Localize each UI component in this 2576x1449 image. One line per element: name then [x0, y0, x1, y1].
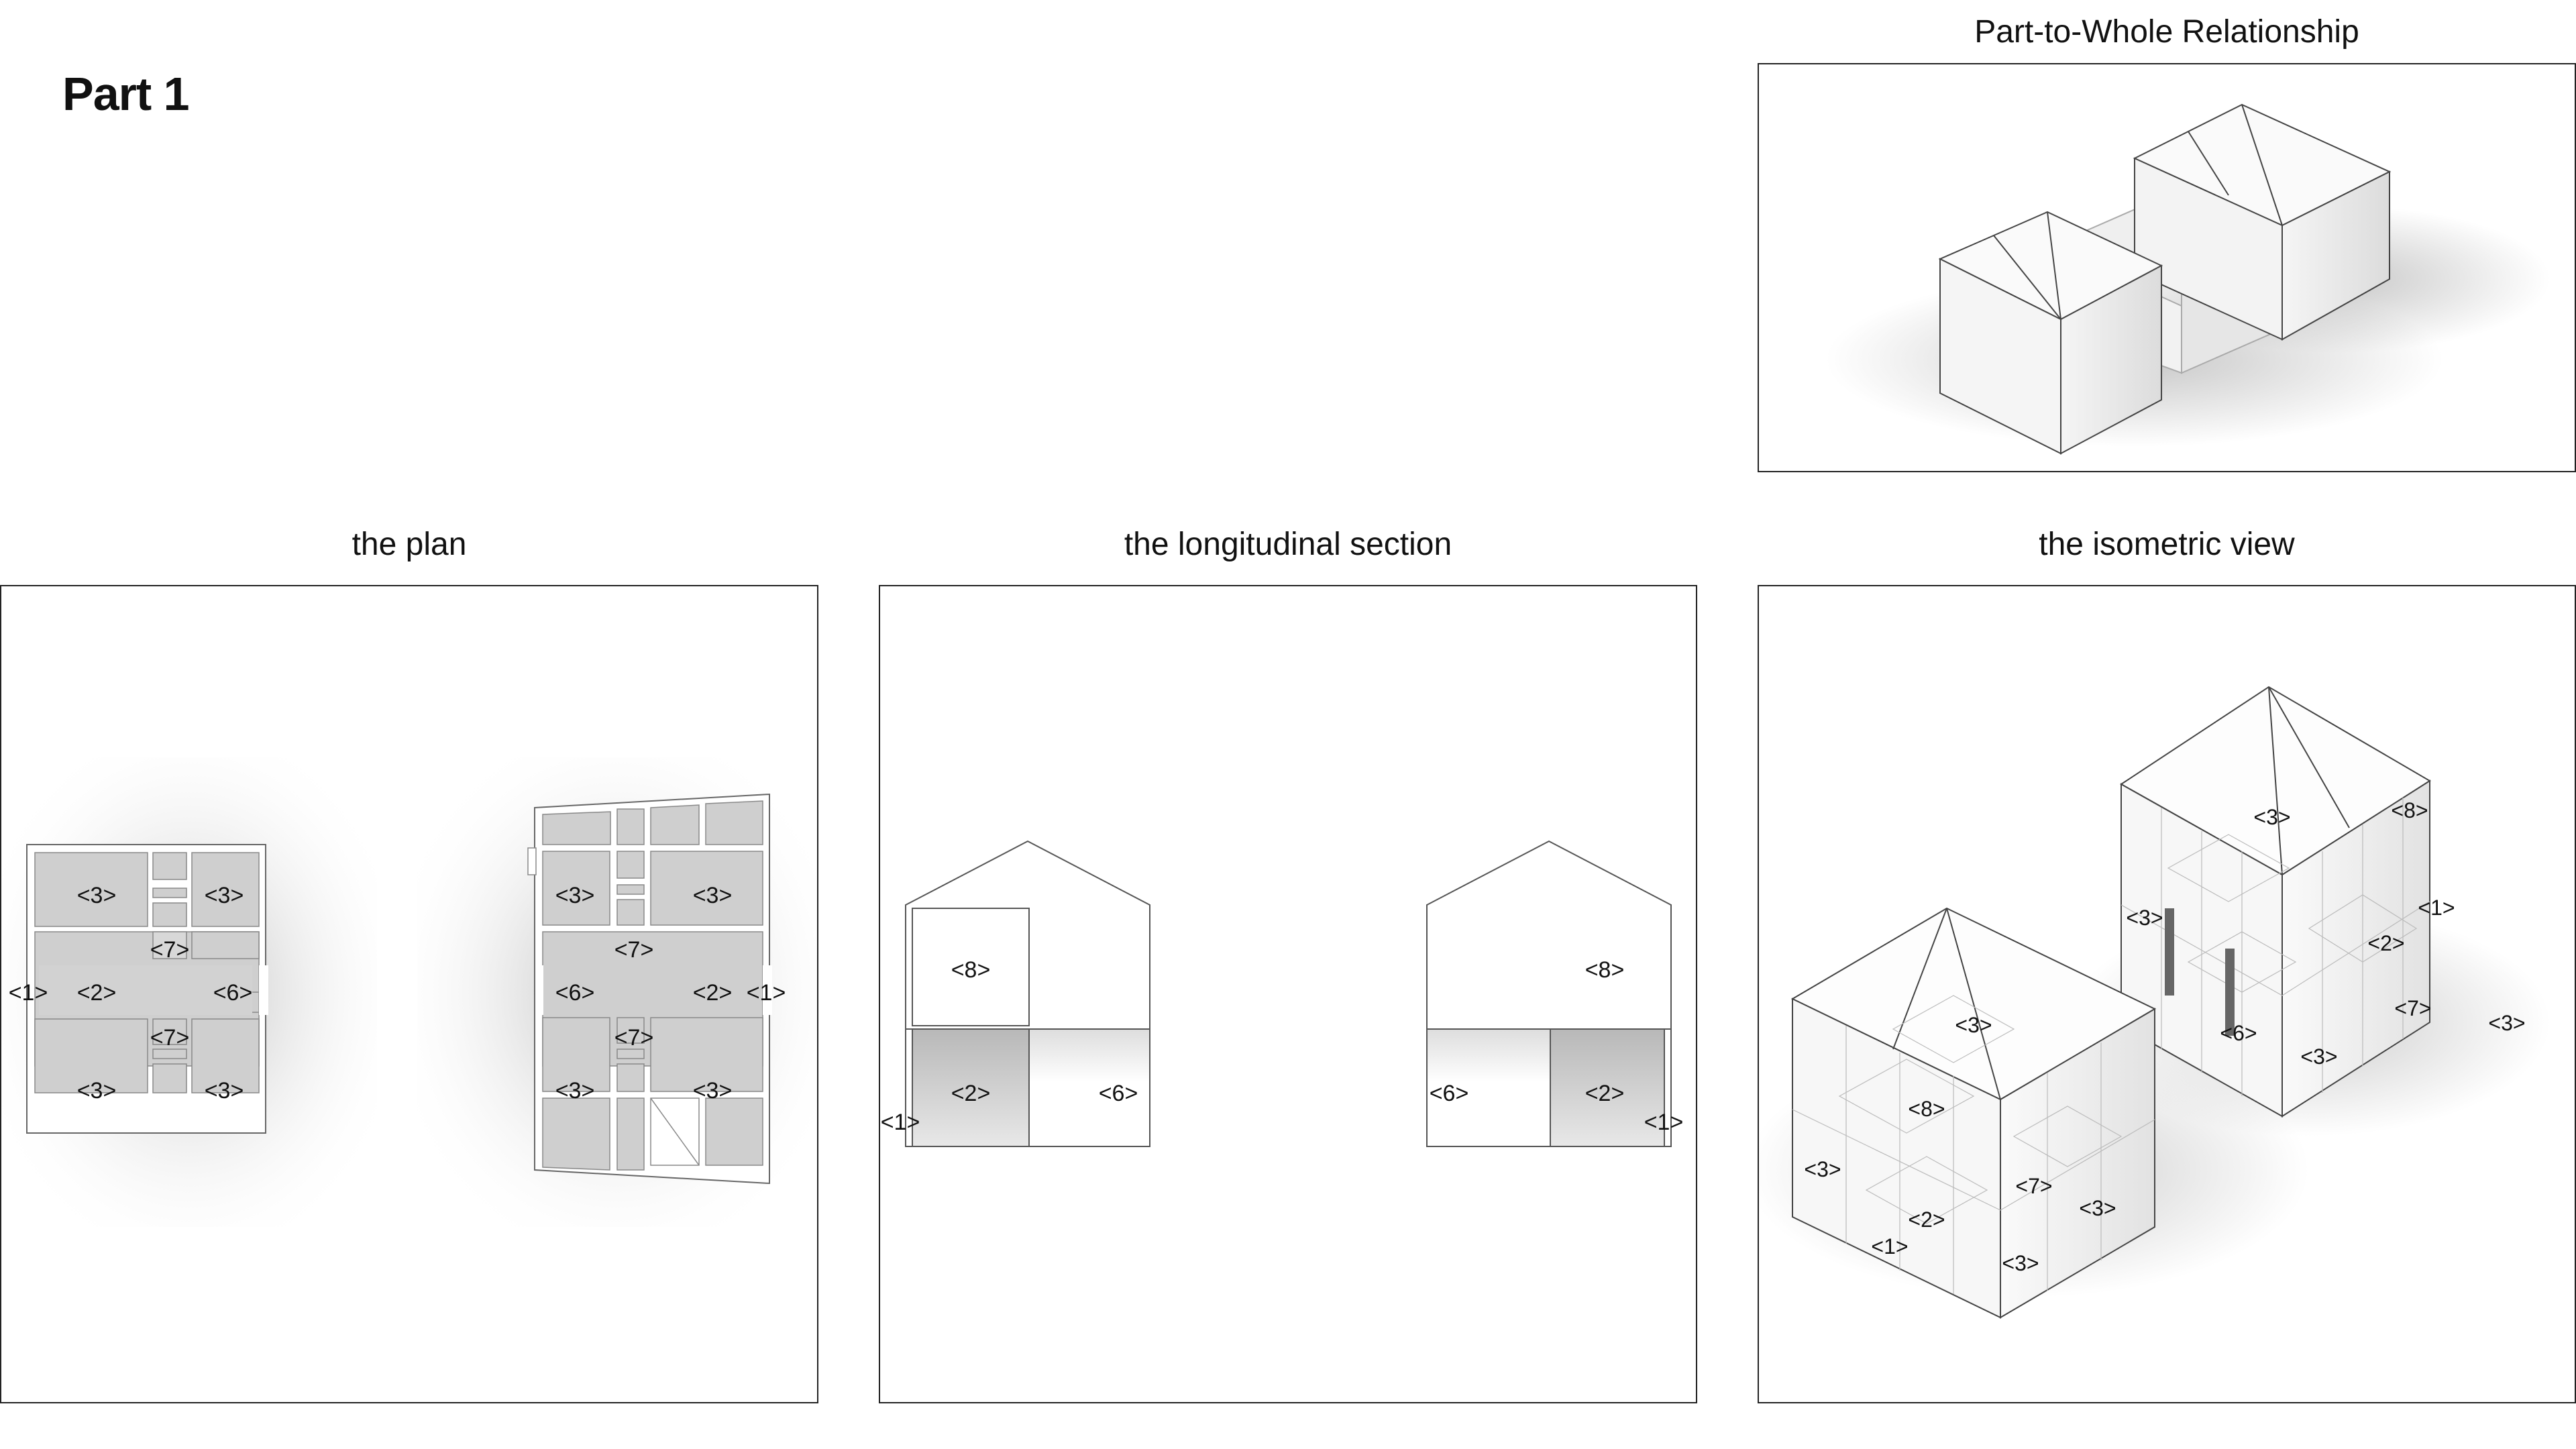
- iso-label: <8>: [1908, 1097, 1945, 1121]
- relationship-drawing: [1826, 103, 2551, 455]
- plan-label: <3>: [555, 883, 595, 908]
- plan-label: <7>: [150, 937, 190, 963]
- plan-label: <3>: [205, 1078, 244, 1104]
- iso-label: <3>: [1955, 1013, 1992, 1037]
- plan-label: <2>: [77, 980, 117, 1006]
- plan-label: <7>: [150, 1025, 190, 1051]
- plan-label: <3>: [205, 883, 244, 908]
- plan-label: <3>: [555, 1078, 595, 1104]
- plan-drawing: <3> <3> <7> <1> <2> <6> <7> <3> <3> <3> …: [1, 757, 817, 1227]
- plan-label: <6>: [555, 980, 595, 1006]
- iso-label: <3>: [2079, 1196, 2116, 1220]
- isometric-caption: the isometric view: [2039, 527, 2295, 562]
- page-title: Part 1: [62, 68, 190, 120]
- iso-label: <3>: [2253, 805, 2290, 829]
- section-label: <2>: [951, 1081, 991, 1106]
- iso-label: <2>: [2367, 931, 2404, 955]
- iso-label: <7>: [2015, 1174, 2052, 1198]
- iso-label: <8>: [2391, 798, 2428, 822]
- iso-label: <1>: [2418, 896, 2455, 920]
- relationship-frame: [1758, 63, 2576, 472]
- section-label: <2>: [1585, 1081, 1625, 1106]
- section-label: <6>: [1430, 1081, 1469, 1106]
- iso-label: <1>: [1871, 1234, 1908, 1258]
- iso-label: <3>: [2126, 906, 2163, 930]
- iso-label: <2>: [1908, 1208, 1945, 1232]
- plan-frame: <3> <3> <7> <1> <2> <6> <7> <3> <3> <3> …: [0, 585, 818, 1403]
- plan-label: <1>: [747, 980, 786, 1006]
- iso-label: <3>: [2300, 1044, 2337, 1069]
- plan-label: <3>: [693, 883, 733, 908]
- plan-label: <1>: [9, 980, 48, 1006]
- section-label: <8>: [1585, 957, 1625, 983]
- plan-label: <2>: [693, 980, 733, 1006]
- plan-label: <3>: [77, 883, 117, 908]
- plan-label: <7>: [614, 937, 654, 963]
- relationship-caption: Part-to-Whole Relationship: [1974, 14, 2359, 50]
- section-caption: the longitudinal section: [1124, 527, 1452, 562]
- section-drawing: <8> <2> <6> <1> <8> <6> <2> <1>: [881, 840, 1684, 1147]
- plan-label: <7>: [614, 1025, 654, 1051]
- iso-label: <7>: [2394, 996, 2431, 1020]
- plan-label: <3>: [693, 1078, 733, 1104]
- iso-label: <3>: [1804, 1157, 1841, 1181]
- isometric-drawing: <3> <8> <1> <3> <2> <7> <6> <3> <3> <3> …: [1759, 686, 2551, 1319]
- plan-label: <3>: [77, 1078, 117, 1104]
- plan-label: <6>: [213, 980, 253, 1006]
- section-label: <8>: [951, 957, 991, 983]
- iso-label: <3>: [2488, 1011, 2525, 1035]
- iso-back-house: [2120, 686, 2431, 1118]
- section-label: <1>: [881, 1110, 920, 1135]
- isometric-frame: <3> <8> <1> <3> <2> <7> <6> <3> <3> <3> …: [1758, 585, 2576, 1403]
- iso-label: <3>: [2002, 1251, 2039, 1275]
- section-frame: <8> <2> <6> <1> <8> <6> <2> <1>: [879, 585, 1697, 1403]
- section-label: <6>: [1099, 1081, 1138, 1106]
- section-label: <1>: [1644, 1110, 1684, 1135]
- plan-caption: the plan: [352, 527, 467, 562]
- iso-label: <6>: [2220, 1021, 2257, 1045]
